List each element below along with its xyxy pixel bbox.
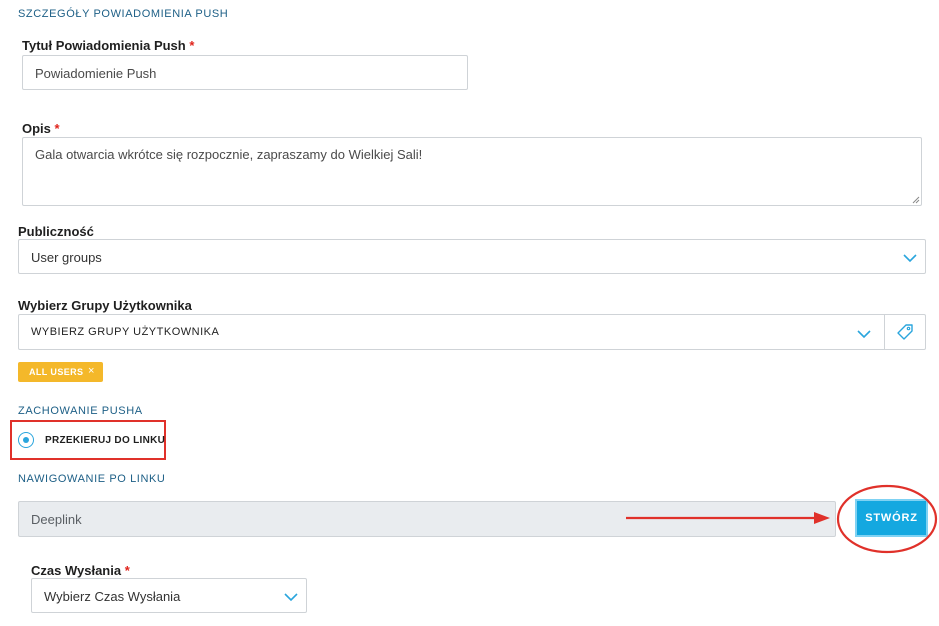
send-time-select-value: Wybierz Czas Wysłania xyxy=(44,589,181,604)
user-groups-select[interactable]: WYBIERZ GRUPY UŻYTKOWNIKA xyxy=(18,314,926,350)
title-input-value: Powiadomienie Push xyxy=(35,66,157,81)
required-mark: * xyxy=(54,121,60,136)
annotation-circle-icon xyxy=(836,484,938,554)
title-label-text: Tytuł Powiadomienia Push xyxy=(22,38,186,53)
audience-label: Publiczność xyxy=(18,224,94,239)
audience-select[interactable]: User groups xyxy=(18,239,926,274)
deeplink-input-value: Deeplink xyxy=(31,512,82,527)
chevron-down-icon[interactable] xyxy=(857,329,871,339)
audience-select-value: User groups xyxy=(31,250,102,265)
chevron-down-icon xyxy=(903,254,917,263)
user-group-tag: ALL USERS × xyxy=(18,362,103,382)
description-label: Opis * xyxy=(22,121,60,136)
user-group-tag-label: ALL USERS xyxy=(29,367,84,377)
annotation-arrow-icon xyxy=(626,512,830,524)
section-title-push-behavior: ZACHOWANIE PUSHA xyxy=(18,405,143,417)
redirect-link-radio[interactable] xyxy=(18,432,34,448)
title-label: Tytuł Powiadomienia Push * xyxy=(22,38,194,53)
description-textarea-value: Gala otwarcia wkrótce się rozpocznie, za… xyxy=(35,147,423,162)
required-mark: * xyxy=(189,38,195,53)
resize-handle-icon[interactable] xyxy=(912,196,920,204)
send-time-label-text: Czas Wysłania xyxy=(31,563,122,578)
radio-selected-dot xyxy=(22,436,29,443)
chevron-down-icon xyxy=(284,593,298,602)
description-label-text: Opis xyxy=(22,121,51,136)
tag-icon[interactable] xyxy=(896,323,914,341)
section-title-push-details: SZCZEGÓŁY POWIADOMIENIA PUSH xyxy=(18,8,229,20)
remove-tag-icon[interactable]: × xyxy=(88,365,95,377)
divider xyxy=(884,315,885,349)
send-time-select[interactable]: Wybierz Czas Wysłania xyxy=(31,578,307,613)
title-input[interactable]: Powiadomienie Push xyxy=(22,55,468,90)
user-groups-label: Wybierz Grupy Użytkownika xyxy=(18,298,192,313)
send-time-label: Czas Wysłania * xyxy=(31,563,130,578)
description-textarea[interactable]: Gala otwarcia wkrótce się rozpocznie, za… xyxy=(22,137,922,206)
user-groups-placeholder: WYBIERZ GRUPY UŻYTKOWNIKA xyxy=(31,326,220,338)
section-title-link-navigation: NAWIGOWANIE PO LINKU xyxy=(18,473,166,485)
redirect-link-label[interactable]: PRZEKIERUJ DO LINKU xyxy=(45,435,165,446)
required-mark: * xyxy=(124,563,130,578)
